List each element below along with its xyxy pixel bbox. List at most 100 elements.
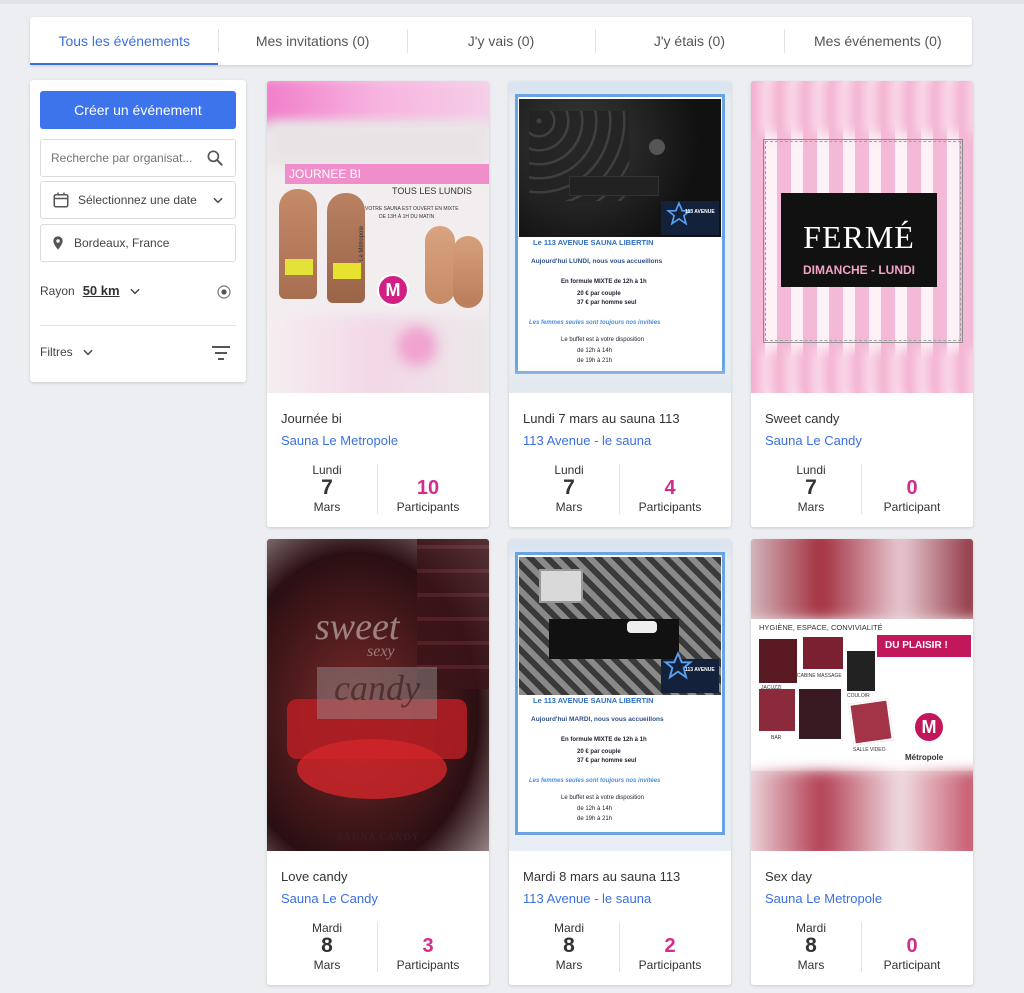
event-poster-image[interactable]: 113 AVENUE Le 113 AVENUE SAUNA LIBERTIN …: [509, 539, 731, 851]
search-field[interactable]: [40, 139, 236, 177]
event-poster-image[interactable]: sweet sexy candy SAUNA CANDY: [267, 539, 489, 851]
calendar-icon: [52, 191, 70, 209]
event-title[interactable]: Sweet candy: [765, 411, 839, 426]
poster-welcome: Aujourd'hui MARDI, nous vous accueillons: [531, 716, 664, 723]
poster-subtitle: TOUS LES LUNDIS: [392, 186, 472, 196]
participants: 2 Participants: [620, 921, 720, 973]
event-venue-link[interactable]: Sauna Le Candy: [281, 891, 378, 906]
location-field[interactable]: Bordeaux, France: [40, 224, 236, 262]
event-card[interactable]: sweet sexy candy SAUNA CANDY Love candy …: [267, 539, 489, 985]
chevron-down-icon: [211, 193, 225, 207]
event-date: Lundi 7 Mars: [277, 463, 377, 515]
poster-logo-label: Métropole: [905, 753, 944, 762]
event-poster-image[interactable]: FERMÉ DIMANCHE - LUNDI: [751, 81, 973, 393]
poster-closed-text: FERMÉ: [803, 219, 915, 255]
radius-selector[interactable]: Rayon 50 km: [40, 283, 142, 298]
poster-logo-letter: M: [921, 716, 937, 737]
date-select-label: Sélectionnez une date: [78, 193, 197, 207]
event-month: Mars: [555, 958, 583, 972]
event-title[interactable]: Sex day: [765, 869, 812, 884]
event-day: 7: [563, 476, 575, 499]
participant-count: 0: [906, 477, 918, 499]
event-card[interactable]: JOURNEE BI TOUS LES LUNDIS VOTRE SAUNA E…: [267, 81, 489, 527]
event-venue-link[interactable]: Sauna Le Metropole: [765, 891, 882, 906]
event-date: Mardi 8 Mars: [761, 921, 861, 973]
poster-line: En formule MIXTE de 12h à 1h: [561, 737, 647, 743]
participants: 0 Participant: [862, 463, 962, 515]
star-icon: [663, 651, 693, 680]
event-day: 7: [805, 476, 817, 499]
filters-toggle[interactable]: Filtres: [40, 345, 95, 359]
tab-all-events[interactable]: Tous les événements: [30, 17, 219, 65]
poster-word: candy: [317, 667, 437, 719]
create-event-button[interactable]: Créer un événement: [40, 91, 236, 129]
poster-header: Le 113 AVENUE SAUNA LIBERTIN: [533, 238, 654, 247]
event-tabs: Tous les événements Mes invitations (0) …: [30, 17, 972, 65]
event-weekday: Mardi: [795, 921, 826, 935]
event-title[interactable]: Mardi 8 mars au sauna 113: [523, 869, 680, 884]
event-weekday: Lundi: [312, 463, 342, 477]
tab-my-events[interactable]: Mes événements (0): [783, 17, 972, 65]
poster-logo: 113 AVENUE: [685, 209, 715, 215]
participants: 3 Participants: [378, 921, 478, 973]
event-poster-image[interactable]: HYGIÈNE, ESPACE, CONVIVIALITÉ DU PLAISIR…: [751, 539, 973, 851]
filter-sort-icon[interactable]: [211, 345, 231, 361]
poster-line: de 19h à 21h: [577, 816, 613, 822]
chevron-down-icon[interactable]: [128, 284, 142, 298]
event-venue-link[interactable]: Sauna Le Candy: [765, 433, 862, 448]
event-weekday: Mardi: [553, 921, 584, 935]
event-month: Mars: [797, 958, 825, 972]
event-month: Mars: [797, 500, 825, 514]
event-title[interactable]: Journée bi: [281, 411, 342, 426]
participant-label: Participants: [396, 500, 460, 514]
tab-going[interactable]: J'y vais (0): [406, 17, 595, 65]
participants: 0 Participant: [862, 921, 962, 973]
event-weekday: Lundi: [554, 463, 584, 477]
poster-line: 20 € par couple: [577, 749, 621, 755]
poster-line: 37 € par homme seul: [577, 300, 637, 306]
event-venue-link[interactable]: 113 Avenue - le sauna: [523, 433, 651, 448]
poster-line: de 12h à 14h: [577, 806, 613, 812]
event-weekday: Mardi: [311, 921, 342, 935]
event-poster-image[interactable]: 113 AVENUE Le 113 AVENUE SAUNA LIBERTIN …: [509, 81, 731, 393]
event-month: Mars: [313, 500, 341, 514]
participant-count: 3: [422, 935, 434, 957]
event-venue-link[interactable]: Sauna Le Metropole: [281, 433, 398, 448]
participants: 10 Participants: [378, 463, 478, 515]
participant-label: Participants: [638, 958, 702, 972]
participant-count: 0: [906, 935, 918, 957]
poster-headline: JOURNEE BI: [289, 167, 362, 181]
event-poster-image[interactable]: JOURNEE BI TOUS LES LUNDIS VOTRE SAUNA E…: [267, 81, 489, 393]
poster-header: Le 113 AVENUE SAUNA LIBERTIN: [533, 696, 654, 705]
event-title[interactable]: Lundi 7 mars au sauna 113: [523, 411, 680, 426]
radius-value[interactable]: 50 km: [83, 283, 120, 298]
poster-room-label: COULOIR: [847, 693, 870, 699]
filter-sidebar: Créer un événement Sélectionnez une date…: [30, 80, 246, 382]
poster-welcome: Aujourd'hui LUNDI, nous vous accueillons: [531, 258, 663, 265]
participant-count: 2: [664, 935, 676, 957]
poster-plaisir: DU PLAISIR !: [885, 640, 948, 651]
geolocate-icon[interactable]: [215, 283, 233, 301]
poster-word: sexy: [367, 643, 395, 660]
search-input[interactable]: [51, 151, 201, 165]
event-card[interactable]: FERMÉ DIMANCHE - LUNDI Sweet candy Sauna…: [751, 81, 973, 527]
sidebar-divider: [40, 325, 236, 326]
participant-count: 10: [416, 477, 440, 499]
search-icon[interactable]: [205, 148, 225, 168]
participant-label: Participant: [883, 500, 941, 514]
event-card[interactable]: 113 AVENUE Le 113 AVENUE SAUNA LIBERTIN …: [509, 539, 731, 985]
tab-attended[interactable]: J'y étais (0): [595, 17, 783, 65]
participants: 4 Participants: [620, 463, 720, 515]
date-select[interactable]: Sélectionnez une date: [40, 181, 236, 219]
event-card[interactable]: 113 AVENUE Le 113 AVENUE SAUNA LIBERTIN …: [509, 81, 731, 527]
poster-logo-letter: M: [385, 279, 401, 300]
tab-my-invitations[interactable]: Mes invitations (0): [218, 17, 406, 65]
poster-logo-label: Le Métropole: [359, 225, 365, 261]
event-card[interactable]: HYGIÈNE, ESPACE, CONVIVIALITÉ DU PLAISIR…: [751, 539, 973, 985]
chevron-down-icon[interactable]: [81, 345, 95, 359]
event-day: 8: [805, 934, 817, 957]
event-month: Mars: [313, 958, 341, 972]
event-date: Lundi 7 Mars: [519, 463, 619, 515]
event-title[interactable]: Love candy: [281, 869, 348, 884]
event-venue-link[interactable]: 113 Avenue - le sauna: [523, 891, 651, 906]
